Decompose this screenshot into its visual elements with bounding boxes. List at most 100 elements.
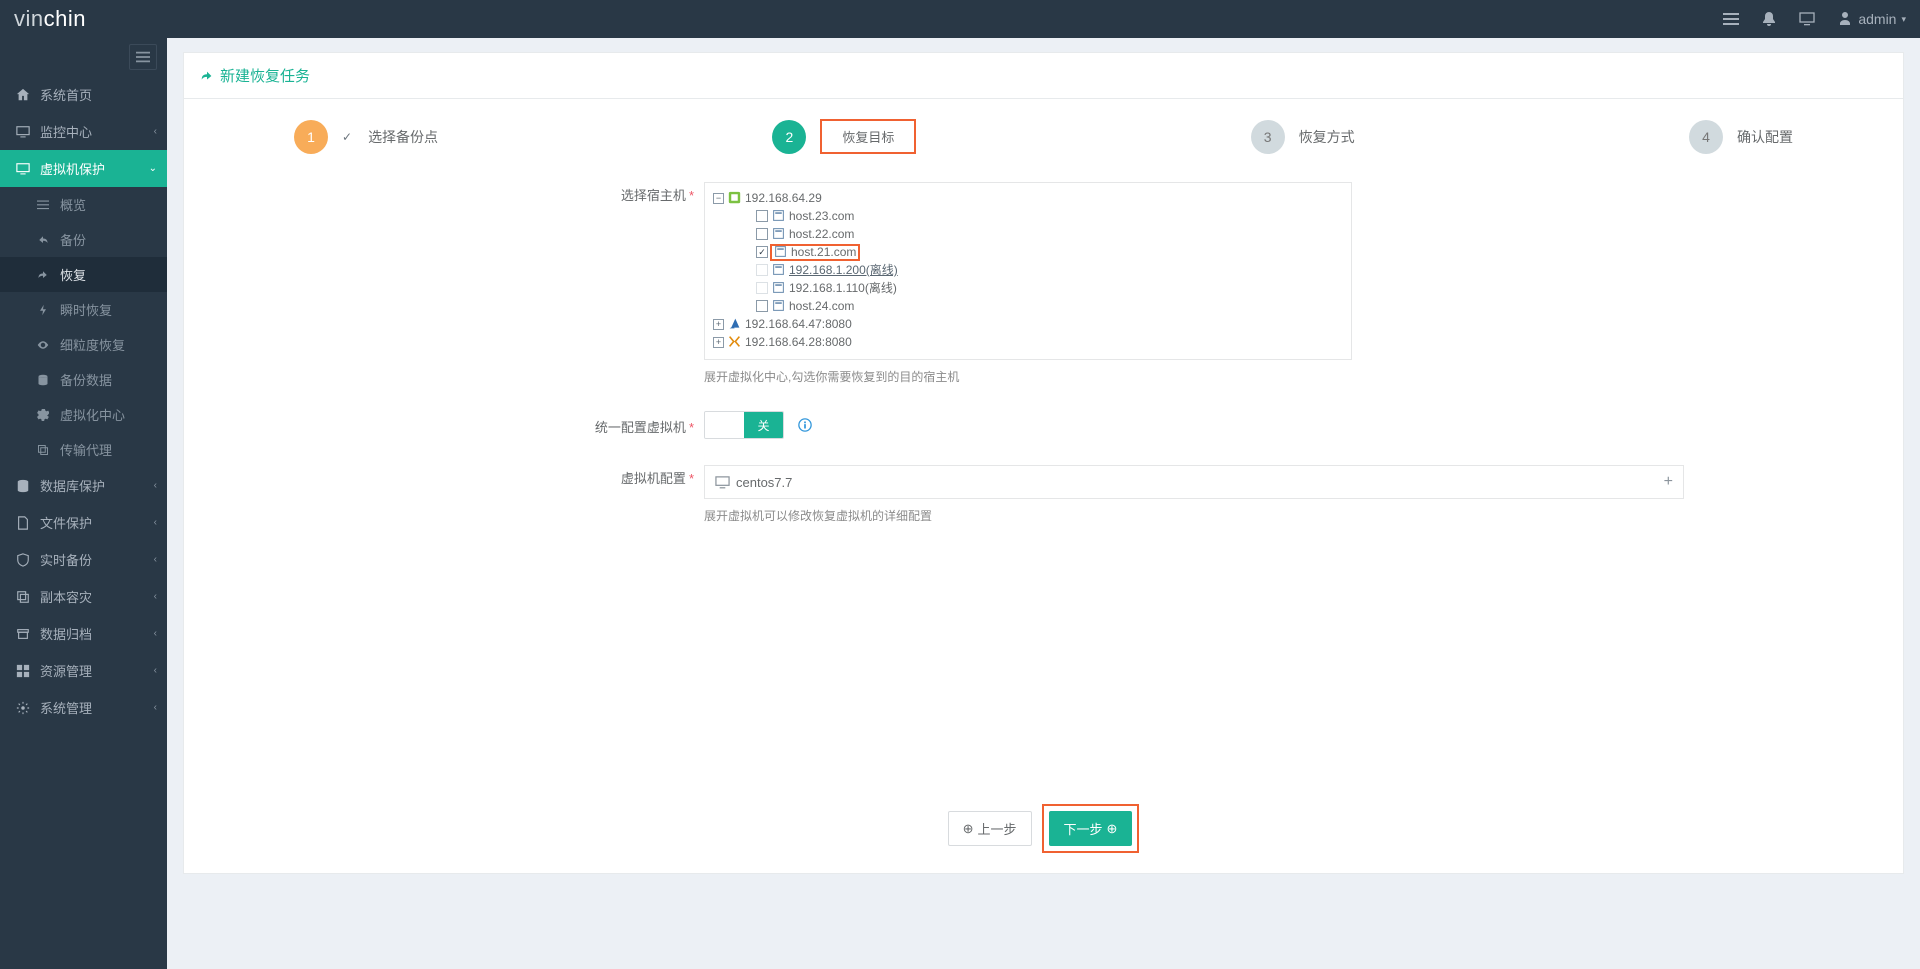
step-1[interactable]: 1 ✓ 选择备份点: [294, 120, 438, 154]
chevron-left-icon: ‹: [154, 591, 157, 602]
chevron-down-icon: ⌄: [149, 163, 157, 174]
plus-icon[interactable]: +: [1664, 473, 1673, 491]
expand-icon[interactable]: +: [713, 319, 724, 330]
step-number: 3: [1251, 120, 1285, 154]
sidebar-item-vm-protect[interactable]: 虚拟机保护 ⌄: [0, 150, 167, 187]
sidebar: 系统首页 监控中心 ‹ 虚拟机保护 ⌄ 概览 备份 恢复 瞬时恢复 细粒度恢复 …: [0, 38, 167, 969]
step-3[interactable]: 3 恢复方式: [1251, 120, 1355, 154]
checkbox-disabled: [756, 282, 768, 294]
prev-button[interactable]: ⊕ 上一步: [948, 811, 1032, 846]
database-icon: [14, 479, 32, 493]
user-menu[interactable]: admin ▾: [1837, 11, 1906, 27]
tree-node-root[interactable]: + 192.168.64.28:8080: [713, 333, 1343, 351]
sidebar-item-resource[interactable]: 资源管理 ‹: [0, 652, 167, 689]
next-button[interactable]: 下一步 ⊕: [1049, 811, 1133, 846]
reply-icon: [34, 269, 52, 281]
checkbox[interactable]: [756, 210, 768, 222]
gear-icon: [14, 701, 32, 715]
bell-icon[interactable]: [1761, 11, 1777, 27]
top-bar: vinchin admin ▾: [0, 0, 1920, 38]
sidebar-item-archive[interactable]: 数据归档‹: [0, 615, 167, 652]
tree-node-label[interactable]: 192.168.64.29: [745, 189, 822, 207]
page-title-text: 新建恢复任务: [220, 65, 310, 86]
sidebar-item-replica[interactable]: 副本容灾‹: [0, 578, 167, 615]
tree-node-label[interactable]: host.23.com: [789, 207, 854, 225]
unified-cfg-toggle[interactable]: 关: [704, 411, 784, 439]
tree-node-label[interactable]: 192.168.64.47:8080: [745, 315, 852, 333]
step-label: 选择备份点: [368, 127, 438, 147]
host-icon: [772, 209, 786, 223]
flash-icon: [34, 304, 52, 316]
chevron-left-icon: ‹: [154, 702, 157, 713]
tree-node-host-offline[interactable]: 192.168.1.110(离线): [713, 279, 1343, 297]
sidebar-item-db-protect[interactable]: 数据库保护‹: [0, 467, 167, 504]
step-number: 4: [1689, 120, 1723, 154]
tree-node-host-offline[interactable]: 192.168.1.200(离线): [713, 261, 1343, 279]
sidebar-sub-label: 恢复: [60, 265, 86, 284]
host-icon: [774, 245, 788, 259]
xen-icon: [728, 335, 742, 349]
sidebar-item-label: 文件保护: [40, 513, 92, 532]
collapse-icon[interactable]: −: [713, 193, 724, 204]
tree-node-host-selected[interactable]: ✓ host.21.com: [713, 243, 1343, 261]
sidebar-sub-backup-data[interactable]: 备份数据: [0, 362, 167, 397]
tree-node-root[interactable]: − 192.168.64.29: [713, 189, 1343, 207]
monitor-icon[interactable]: [1799, 11, 1815, 27]
tree-line: [737, 301, 748, 312]
step-2[interactable]: 2 恢复目标: [772, 119, 916, 154]
checkbox-checked[interactable]: ✓: [756, 246, 768, 258]
tree-node-host[interactable]: host.23.com: [713, 207, 1343, 225]
list-icon[interactable]: [1723, 11, 1739, 27]
host-icon: [772, 281, 786, 295]
sidebar-sub-restore[interactable]: 恢复: [0, 257, 167, 292]
sidebar-item-label: 资源管理: [40, 661, 92, 680]
vm-config-select[interactable]: centos7.7 +: [704, 465, 1684, 499]
sidebar-sub-backup[interactable]: 备份: [0, 222, 167, 257]
sidebar-sub-label: 备份数据: [60, 370, 112, 389]
host-tree: − 192.168.64.29 host.23.com: [704, 182, 1352, 360]
sidebar-sub-label: 虚拟化中心: [60, 405, 125, 424]
sidebar-item-label: 系统管理: [40, 698, 92, 717]
tree-node-host[interactable]: host.24.com: [713, 297, 1343, 315]
sidebar-item-system[interactable]: 系统管理 ‹: [0, 689, 167, 726]
checkbox[interactable]: [756, 228, 768, 240]
tree-node-label[interactable]: 192.168.1.200(离线): [789, 261, 898, 279]
step-4[interactable]: 4 确认配置: [1689, 120, 1793, 154]
expand-icon[interactable]: +: [713, 337, 724, 348]
sidebar-sub-agent[interactable]: 传输代理: [0, 432, 167, 467]
list-icon: [34, 199, 52, 211]
sidebar-item-monitor[interactable]: 监控中心 ‹: [0, 113, 167, 150]
arrow-right-icon: ⊕: [1107, 821, 1118, 837]
sidebar-item-realtime[interactable]: 实时备份‹: [0, 541, 167, 578]
chevron-left-icon: ‹: [154, 665, 157, 676]
tree-node-label[interactable]: host.22.com: [789, 225, 854, 243]
datacenter-icon: [728, 191, 742, 205]
sidebar-sub-granular[interactable]: 细粒度恢复: [0, 327, 167, 362]
tree-node-label[interactable]: host.24.com: [789, 297, 854, 315]
step-number: 1: [294, 120, 328, 154]
checkbox[interactable]: [756, 300, 768, 312]
info-icon[interactable]: [798, 418, 812, 432]
top-icons: admin ▾: [1723, 11, 1906, 27]
tree-node-label[interactable]: 192.168.64.28:8080: [745, 333, 852, 351]
host-icon: [772, 227, 786, 241]
checkbox-disabled: [756, 264, 768, 276]
sidebar-item-home[interactable]: 系统首页: [0, 76, 167, 113]
sidebar-item-file-protect[interactable]: 文件保护‹: [0, 504, 167, 541]
tree-line: [737, 211, 748, 222]
tree-node-label[interactable]: 192.168.1.110(离线): [789, 279, 897, 297]
tree-node-root[interactable]: + 192.168.64.47:8080: [713, 315, 1343, 333]
step-label: 恢复方式: [1299, 127, 1355, 147]
shield-icon: [14, 553, 32, 567]
sidebar-sub-instant[interactable]: 瞬时恢复: [0, 292, 167, 327]
sidebar-toggle[interactable]: [129, 44, 157, 70]
toggle-on-side: 关: [744, 412, 783, 438]
sidebar-sub-virt-center[interactable]: 虚拟化中心: [0, 397, 167, 432]
tree-line: [737, 265, 748, 276]
sidebar-sub-overview[interactable]: 概览: [0, 187, 167, 222]
wizard-buttons: ⊕ 上一步 下一步 ⊕: [184, 780, 1903, 873]
database-icon: [34, 374, 52, 386]
tree-node-host[interactable]: host.22.com: [713, 225, 1343, 243]
tree-node-label[interactable]: host.21.com: [791, 243, 856, 261]
gear-icon: [34, 409, 52, 421]
